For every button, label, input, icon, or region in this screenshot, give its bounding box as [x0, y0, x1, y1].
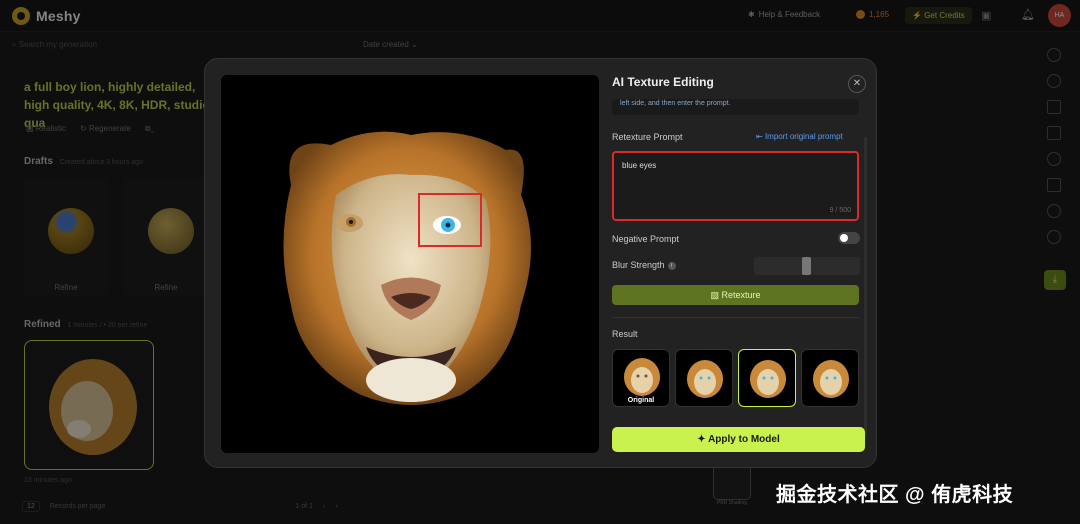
- modal-title: AI Texture Editing: [612, 75, 714, 89]
- retexture-prompt-label: Retexture Prompt: [612, 132, 683, 142]
- watermark: 掘金技术社区 @ 侑虎科技: [776, 484, 1014, 506]
- import-original-prompt-link[interactable]: ⇤ Import original prompt: [756, 132, 843, 141]
- lion-head-model: [283, 131, 531, 405]
- result-thumbnail-original[interactable]: Original: [612, 349, 670, 407]
- slider-handle[interactable]: [802, 257, 811, 275]
- retexture-prompt-input[interactable]: blue eyes 9 / 500: [612, 151, 859, 221]
- result-thumbnails: Original: [612, 349, 859, 407]
- info-icon[interactable]: i: [667, 261, 676, 270]
- ai-texture-editing-modal: AI Texture Editing ✕ left side, and then…: [204, 58, 877, 468]
- app-root: Meshy ✱ Help & Feedback 1,165 ⚡ Get Cred…: [0, 0, 1080, 524]
- negative-prompt-toggle[interactable]: [838, 232, 860, 244]
- prompt-char-count: 9 / 500: [829, 207, 851, 214]
- result-thumbnail[interactable]: [801, 349, 859, 407]
- blur-strength-row: Blur Strength i: [612, 260, 676, 270]
- blur-strength-label: Blur Strength: [612, 260, 665, 270]
- hint-text: left side, and then enter the prompt.: [620, 100, 731, 107]
- result-thumbnail-selected[interactable]: [738, 349, 796, 407]
- retexture-button[interactable]: ▨ Retexture: [612, 285, 859, 305]
- retexture-icon: ▨: [710, 290, 722, 300]
- apply-label: Apply to Model: [708, 434, 780, 445]
- prompt-value: blue eyes: [622, 161, 657, 170]
- editing-panel: AI Texture Editing ✕ left side, and then…: [612, 59, 874, 469]
- sparkle-icon: ✦: [697, 434, 709, 445]
- import-icon: ⇤: [756, 132, 765, 141]
- negative-prompt-label: Negative Prompt: [612, 234, 680, 244]
- apply-to-model-button[interactable]: ✦ Apply to Model: [612, 427, 865, 452]
- result-label: Result: [612, 329, 638, 339]
- panel-scrollbar[interactable]: [864, 137, 867, 437]
- lion-thumbnail: [813, 360, 849, 398]
- close-icon: ✕: [852, 78, 862, 89]
- result-thumbnail[interactable]: [675, 349, 733, 407]
- retexture-label: Retexture: [721, 290, 761, 300]
- result-label-original: Original: [627, 397, 655, 404]
- instruction-hint: left side, and then enter the prompt.: [612, 99, 859, 115]
- divider: [612, 317, 859, 318]
- import-link-label: Import original prompt: [764, 132, 843, 141]
- close-button[interactable]: ✕: [848, 75, 866, 93]
- model-preview[interactable]: [221, 75, 599, 453]
- lion-thumbnail: [750, 360, 786, 398]
- lion-thumbnail: [687, 360, 723, 398]
- eye-selection-box[interactable]: [418, 193, 482, 247]
- blur-strength-slider[interactable]: [754, 257, 860, 275]
